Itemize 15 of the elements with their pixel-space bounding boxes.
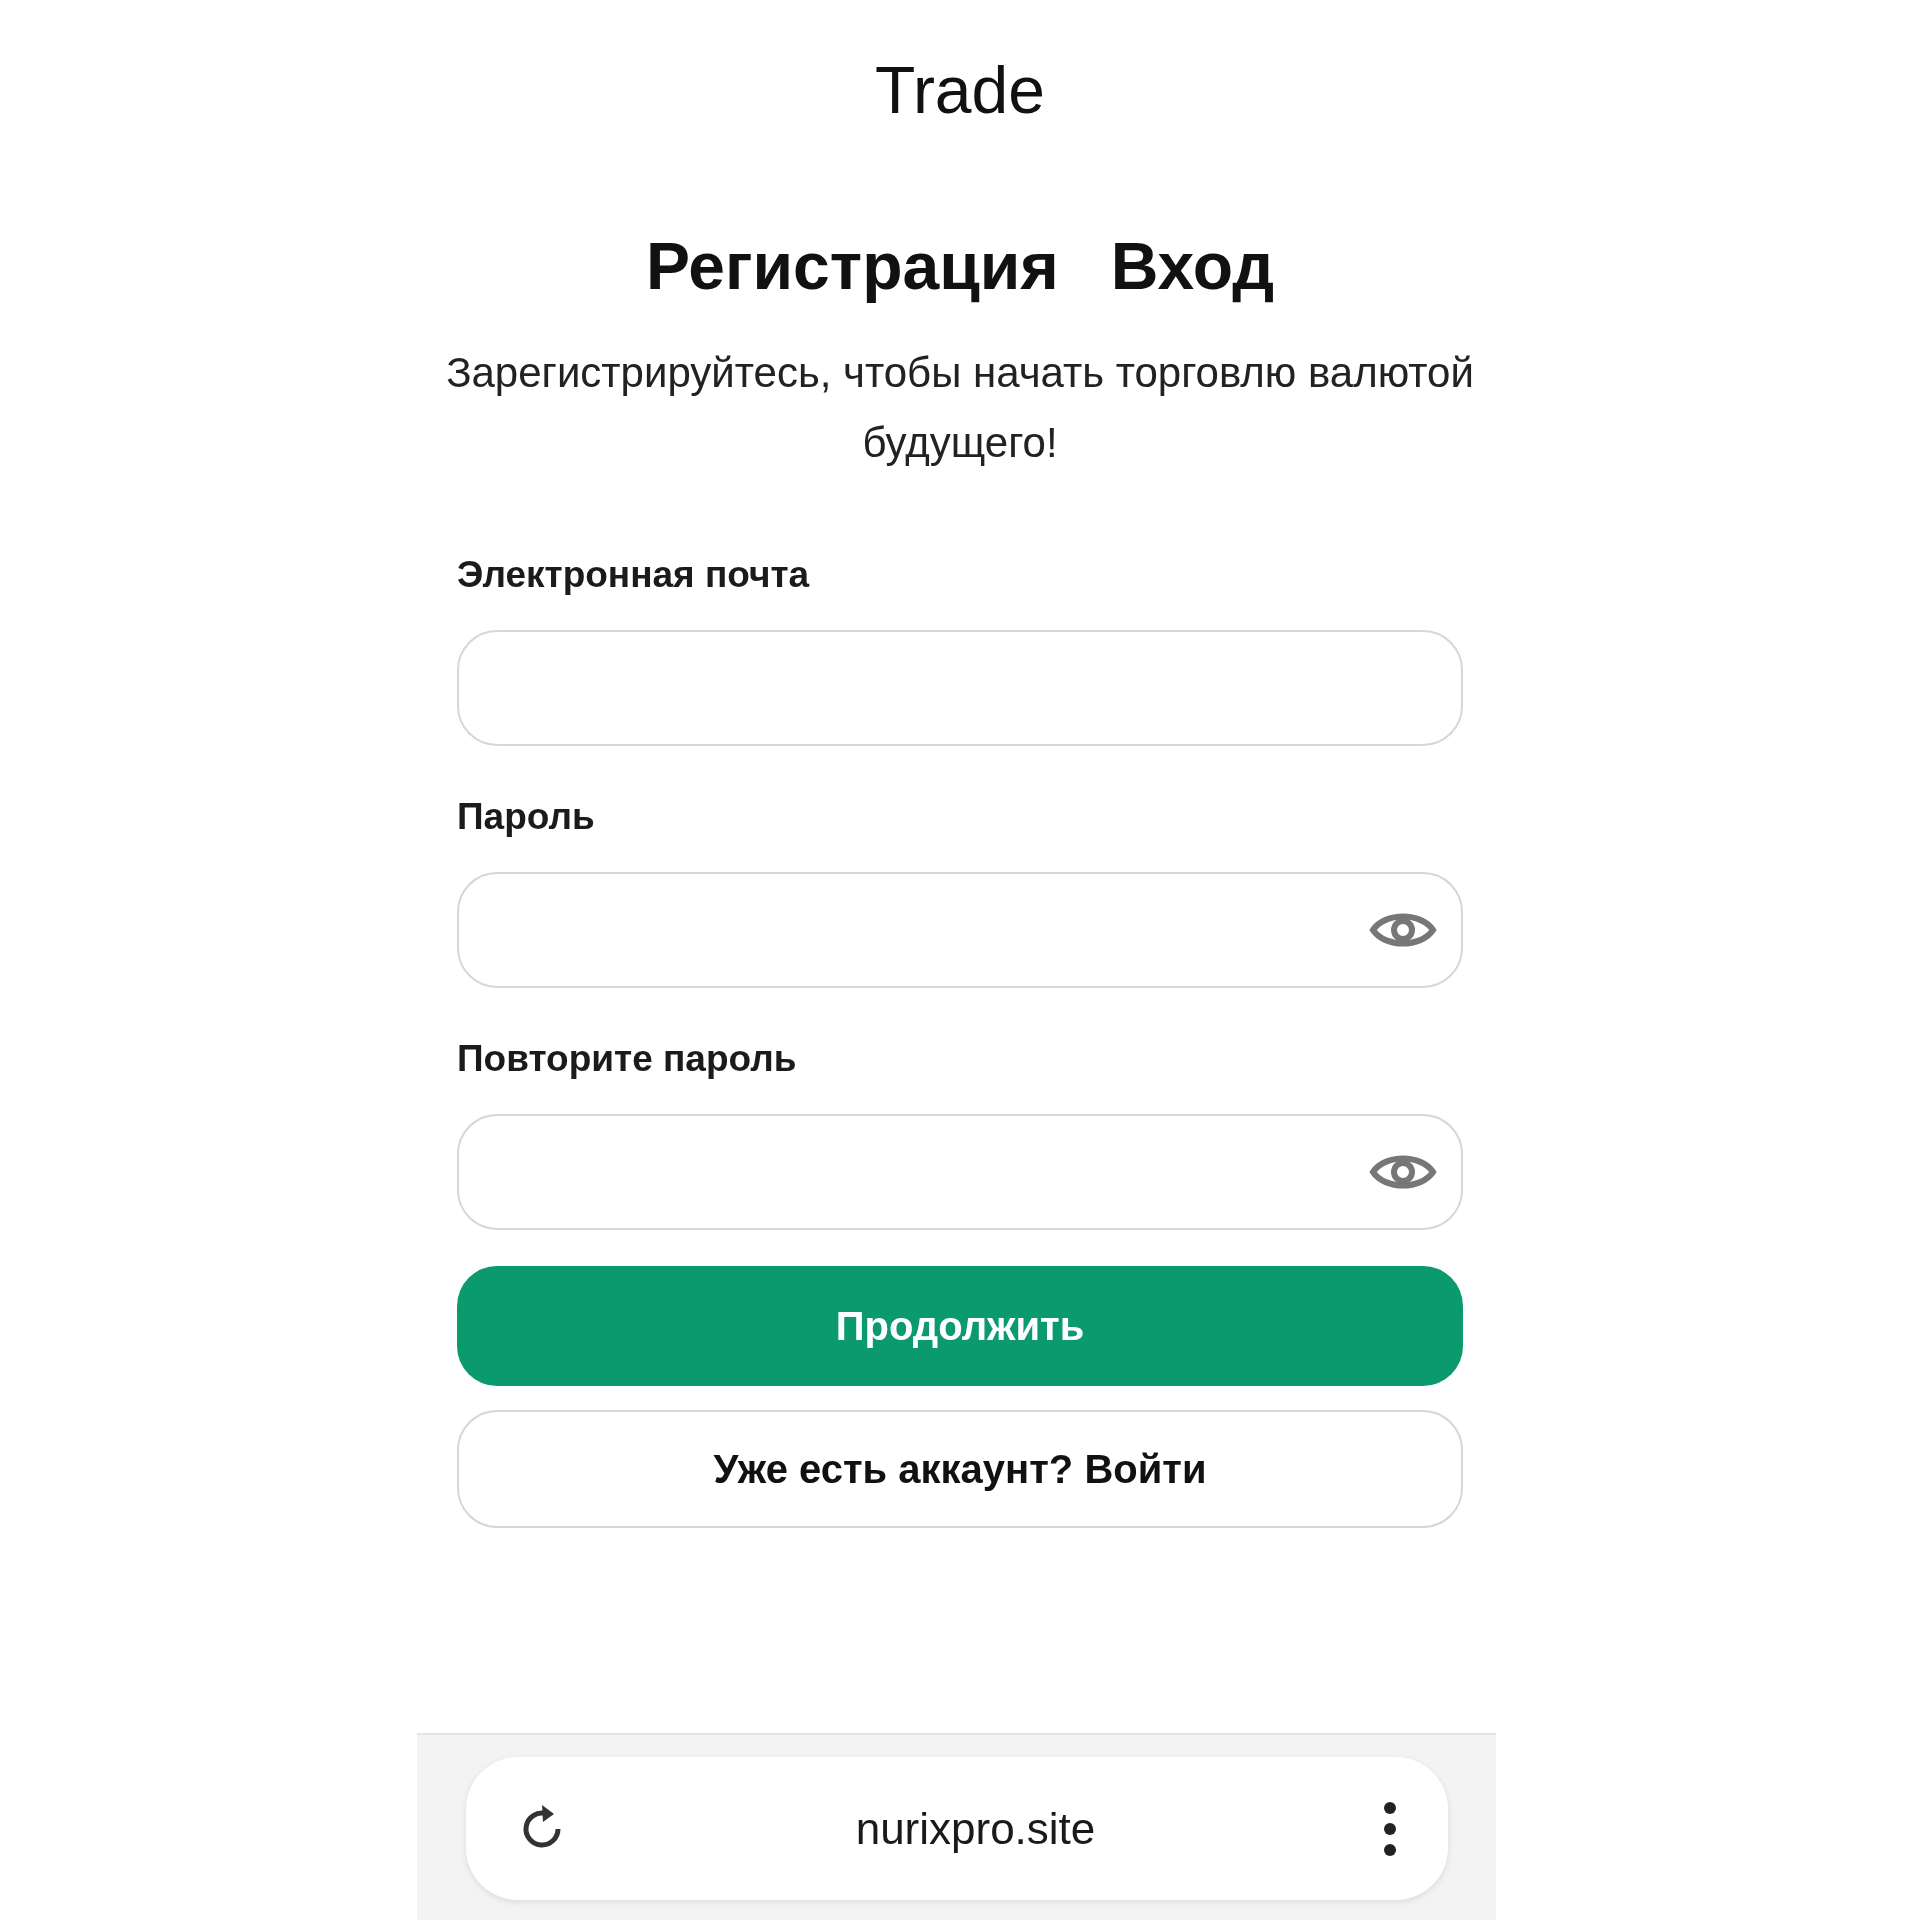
address-bar[interactable]: nurixpro.site xyxy=(465,1757,1448,1900)
continue-button[interactable]: Продолжить xyxy=(457,1266,1463,1386)
password-field[interactable] xyxy=(457,1114,1463,1230)
input-field[interactable] xyxy=(457,630,1463,746)
field-label: Пароль xyxy=(457,796,596,838)
login-button[interactable]: Уже есть аккаунт? Войти xyxy=(457,1410,1463,1528)
field-label: Электронная почта xyxy=(457,554,811,596)
url-text: nurixpro.site xyxy=(855,1803,1096,1854)
app-title: Trade xyxy=(875,52,1045,128)
subtitle: Зарегистрируйтесь, чтобы начать торговлю валютой будущего! xyxy=(445,348,1475,468)
menu-icon[interactable] xyxy=(1383,1800,1398,1857)
tab[interactable]: Вход xyxy=(1110,228,1275,304)
field-label: Повторите пароль xyxy=(457,1038,798,1080)
password-field[interactable] xyxy=(457,872,1463,988)
tab[interactable]: Регистрация xyxy=(645,228,1059,304)
